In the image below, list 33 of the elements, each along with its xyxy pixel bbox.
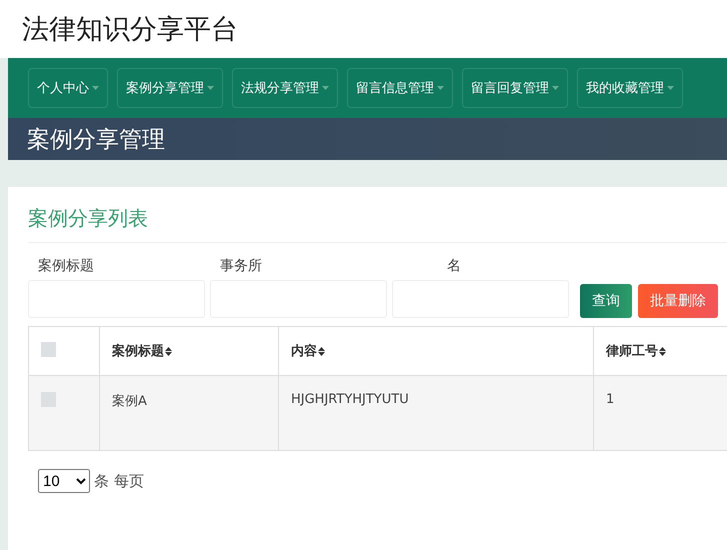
caret-icon (322, 86, 329, 90)
action-button[interactable]: 查询 (580, 284, 632, 318)
action-button[interactable]: 批量删除 (638, 284, 718, 318)
nav-menu-button[interactable]: 法规分享管理 (232, 68, 338, 108)
nav-menu-button[interactable]: 案例分享管理 (117, 68, 223, 108)
column-header[interactable]: 律师工号 (606, 342, 666, 360)
nav-menu-button[interactable]: 留言回复管理 (462, 68, 568, 108)
card-title: 案例分享列表 (28, 205, 727, 243)
caret-icon (667, 86, 674, 90)
nav-menu-button[interactable]: 个人中心 (28, 68, 108, 108)
table-cell: 案例A (112, 394, 147, 409)
caret-icon (437, 86, 444, 90)
caret-icon (92, 86, 99, 90)
column-header[interactable]: 案例标题 (112, 342, 172, 360)
sort-icon (659, 346, 666, 356)
page-heading: 案例分享管理 (27, 126, 165, 154)
sort-icon (318, 346, 325, 356)
nav-menu-button[interactable]: 留言信息管理 (347, 68, 453, 108)
select-all-checkbox[interactable] (41, 342, 56, 356)
row-checkbox[interactable] (41, 392, 56, 407)
page-size-label: 条 每页 (94, 472, 144, 490)
field-label: 案例标题 (37, 257, 95, 274)
field-label: 事务所 (219, 257, 263, 274)
sort-icon (165, 346, 172, 356)
nav-menu-button[interactable]: 我的收藏管理 (577, 68, 683, 108)
page-size-select[interactable]: 10 (38, 469, 90, 493)
caret-icon (207, 86, 214, 90)
field-label: 名 (446, 257, 462, 274)
table-cell: 1 (606, 392, 614, 407)
table-cell: HJGHJRTYHJTYUTU (291, 392, 409, 407)
site-title: 法律知识分享平台 (22, 13, 238, 47)
column-header[interactable]: 内容 (291, 342, 325, 360)
caret-icon (552, 86, 559, 90)
